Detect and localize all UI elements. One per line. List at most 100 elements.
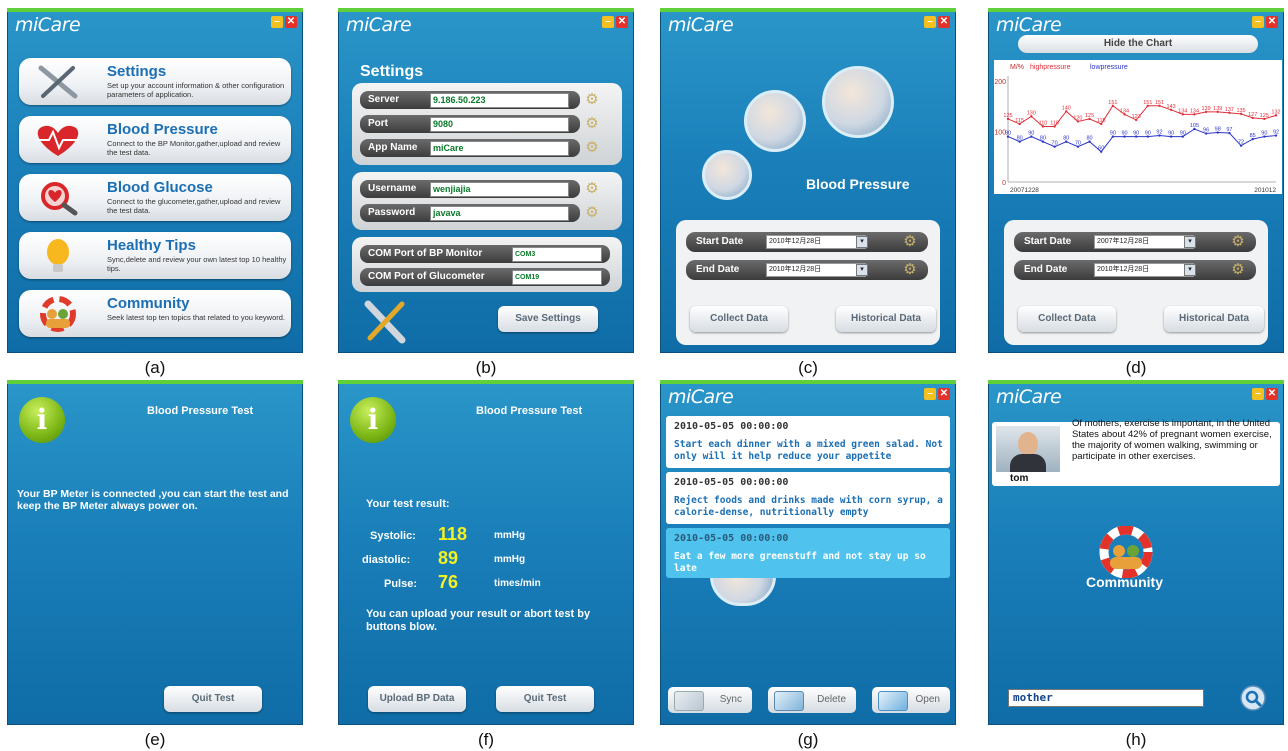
gear-icon[interactable]: ⚙ xyxy=(584,140,600,156)
menu-item-blood-pressure[interactable]: Blood Pressure Connect to the BP Monitor… xyxy=(19,116,291,163)
legend-title: M/% xyxy=(1010,64,1024,71)
title-bar-accent xyxy=(988,8,1284,12)
menu-item-healthy-tips[interactable]: Healthy Tips Sync,delete and review your… xyxy=(19,232,291,279)
caption-e: (e) xyxy=(144,730,166,749)
chevron-down-icon[interactable]: ▾ xyxy=(856,264,868,276)
minimize-button[interactable]: – xyxy=(1252,16,1264,28)
password-field[interactable]: javava xyxy=(430,206,569,221)
hide-chart-button[interactable]: Hide the Chart xyxy=(1018,35,1258,53)
delete-button[interactable]: Delete xyxy=(768,687,856,713)
wrench-screwdriver-icon xyxy=(364,300,406,344)
menu-item-settings[interactable]: Settings Set up your account information… xyxy=(19,58,291,105)
chevron-down-icon[interactable]: ▾ xyxy=(1184,236,1196,248)
port-field[interactable]: 9080 xyxy=(430,117,569,132)
sync-label: Sync xyxy=(719,694,742,705)
gear-icon[interactable]: ⚙ xyxy=(902,234,918,250)
open-icon xyxy=(878,691,908,711)
data-label: 90 xyxy=(1121,131,1127,137)
chevron-down-icon[interactable]: ▾ xyxy=(1184,264,1196,276)
data-label: 137 xyxy=(1225,107,1234,113)
gear-icon[interactable]: ⚙ xyxy=(1230,234,1246,250)
close-button[interactable]: ✕ xyxy=(1266,16,1278,28)
gear-icon[interactable]: ⚙ xyxy=(584,205,600,221)
data-label: 60 xyxy=(1098,146,1104,152)
quit-test-button[interactable]: Quit Test xyxy=(164,686,262,712)
page-title: Blood Pressure Test xyxy=(476,405,583,417)
start-date-picker[interactable]: 2007年12月28日 xyxy=(1094,235,1194,249)
legend-entry: highpressure xyxy=(1030,64,1071,71)
minimize-button[interactable]: – xyxy=(924,16,936,28)
data-label: 80 xyxy=(1017,136,1023,142)
minimize-button[interactable]: – xyxy=(1252,388,1264,400)
save-settings-button[interactable]: Save Settings xyxy=(498,306,598,332)
start-date-label: Start Date xyxy=(1024,236,1072,247)
data-label: 151 xyxy=(1143,100,1152,106)
quit-test-button[interactable]: Quit Test xyxy=(496,686,594,712)
data-label: 98 xyxy=(1215,127,1221,133)
title-bar-accent xyxy=(988,380,1284,384)
data-label: 105 xyxy=(1190,123,1199,129)
bp-chart-svg: 010020020071228 201012M/% highpressure lowp… xyxy=(994,64,1280,194)
close-button[interactable]: ✕ xyxy=(938,388,950,400)
historical-data-button[interactable]: Historical Data xyxy=(836,306,936,332)
close-button[interactable]: ✕ xyxy=(616,16,628,28)
gear-icon[interactable]: ⚙ xyxy=(584,181,600,197)
port-label: Port xyxy=(368,118,388,129)
open-button[interactable]: Open xyxy=(872,687,950,713)
tip-item-selected[interactable]: 2010-05-05 00:00:00 Eat a few more green… xyxy=(666,528,950,578)
child-patient-photo xyxy=(702,150,752,200)
collect-data-button[interactable]: Collect Data xyxy=(1018,306,1116,332)
data-label: 97 xyxy=(1226,127,1232,133)
menu-item-community[interactable]: Community Seek latest top ten topics tha… xyxy=(19,290,291,337)
close-button[interactable]: ✕ xyxy=(1266,388,1278,400)
connection-message: Your BP Meter is connected ,you can star… xyxy=(17,488,289,512)
gear-icon[interactable]: ⚙ xyxy=(584,92,600,108)
close-button[interactable]: ✕ xyxy=(938,16,950,28)
minimize-button[interactable]: – xyxy=(924,388,936,400)
tip-item[interactable]: 2010-05-05 00:00:00 Start each dinner wi… xyxy=(666,416,950,468)
gear-icon[interactable]: ⚙ xyxy=(902,262,918,278)
com-port-group: COM Port of BP Monitor COM3 COM Port of … xyxy=(352,237,622,292)
data-label: 143 xyxy=(1167,104,1176,110)
start-date-picker[interactable]: 2010年12月28日 xyxy=(766,235,866,249)
end-date-picker[interactable]: 2010年12月28日 xyxy=(1094,263,1194,277)
historical-data-button[interactable]: Historical Data xyxy=(1164,306,1264,332)
systolic-label: Systolic: xyxy=(370,530,416,542)
close-button[interactable]: ✕ xyxy=(285,16,297,28)
data-label: 70 xyxy=(1075,141,1081,147)
collect-data-button[interactable]: Collect Data xyxy=(690,306,788,332)
menu-item-blood-glucose[interactable]: Blood Glucose Connect to the glucometer,… xyxy=(19,174,291,221)
minimize-button[interactable]: – xyxy=(271,16,283,28)
minimize-button[interactable]: – xyxy=(602,16,614,28)
result-heading: Your test result: xyxy=(366,498,450,510)
chevron-down-icon[interactable]: ▾ xyxy=(856,236,868,248)
diastolic-unit: mmHg xyxy=(494,554,526,565)
tip-item[interactable]: 2010-05-05 00:00:00 Reject foods and dri… xyxy=(666,472,950,524)
menu-item-title: Blood Glucose xyxy=(107,179,213,196)
end-date-picker[interactable]: 2010年12月28日 xyxy=(766,263,866,277)
data-label: 70 xyxy=(1052,141,1058,147)
app-logo: miCare xyxy=(668,14,734,36)
com-glucometer-select[interactable]: COM19 xyxy=(512,270,602,285)
lifebuoy-people-icon xyxy=(40,296,76,332)
app-name-field[interactable]: miCare xyxy=(430,141,569,156)
search-icon[interactable] xyxy=(1240,685,1266,711)
end-date-label: End Date xyxy=(1024,264,1068,275)
caption-b: (b) xyxy=(475,358,497,377)
bp-history-chart: 0 100 200 20071228 201012 M/% highpressure lowp… xyxy=(994,60,1282,194)
username-field[interactable]: wenjiajia xyxy=(430,182,569,197)
gear-icon[interactable]: ⚙ xyxy=(1230,262,1246,278)
search-input[interactable]: mother xyxy=(1008,689,1204,707)
com-bp-select[interactable]: COM3 xyxy=(512,247,602,262)
community-post-card[interactable]: tom Of mothers, exercise is important, i… xyxy=(992,418,1280,486)
data-label: 125 xyxy=(1260,113,1269,119)
caption-g: (g) xyxy=(797,730,819,749)
sync-icon xyxy=(674,691,704,711)
upload-bp-data-button[interactable]: Upload BP Data xyxy=(368,686,466,712)
data-label: 151 xyxy=(1108,100,1117,106)
sync-button[interactable]: Sync xyxy=(668,687,752,713)
data-label: 80 xyxy=(1063,136,1069,142)
gear-icon[interactable]: ⚙ xyxy=(584,116,600,132)
server-field[interactable]: 9.186.50.223 xyxy=(430,93,569,108)
upload-note: You can upload your result or abort test… xyxy=(366,608,591,633)
